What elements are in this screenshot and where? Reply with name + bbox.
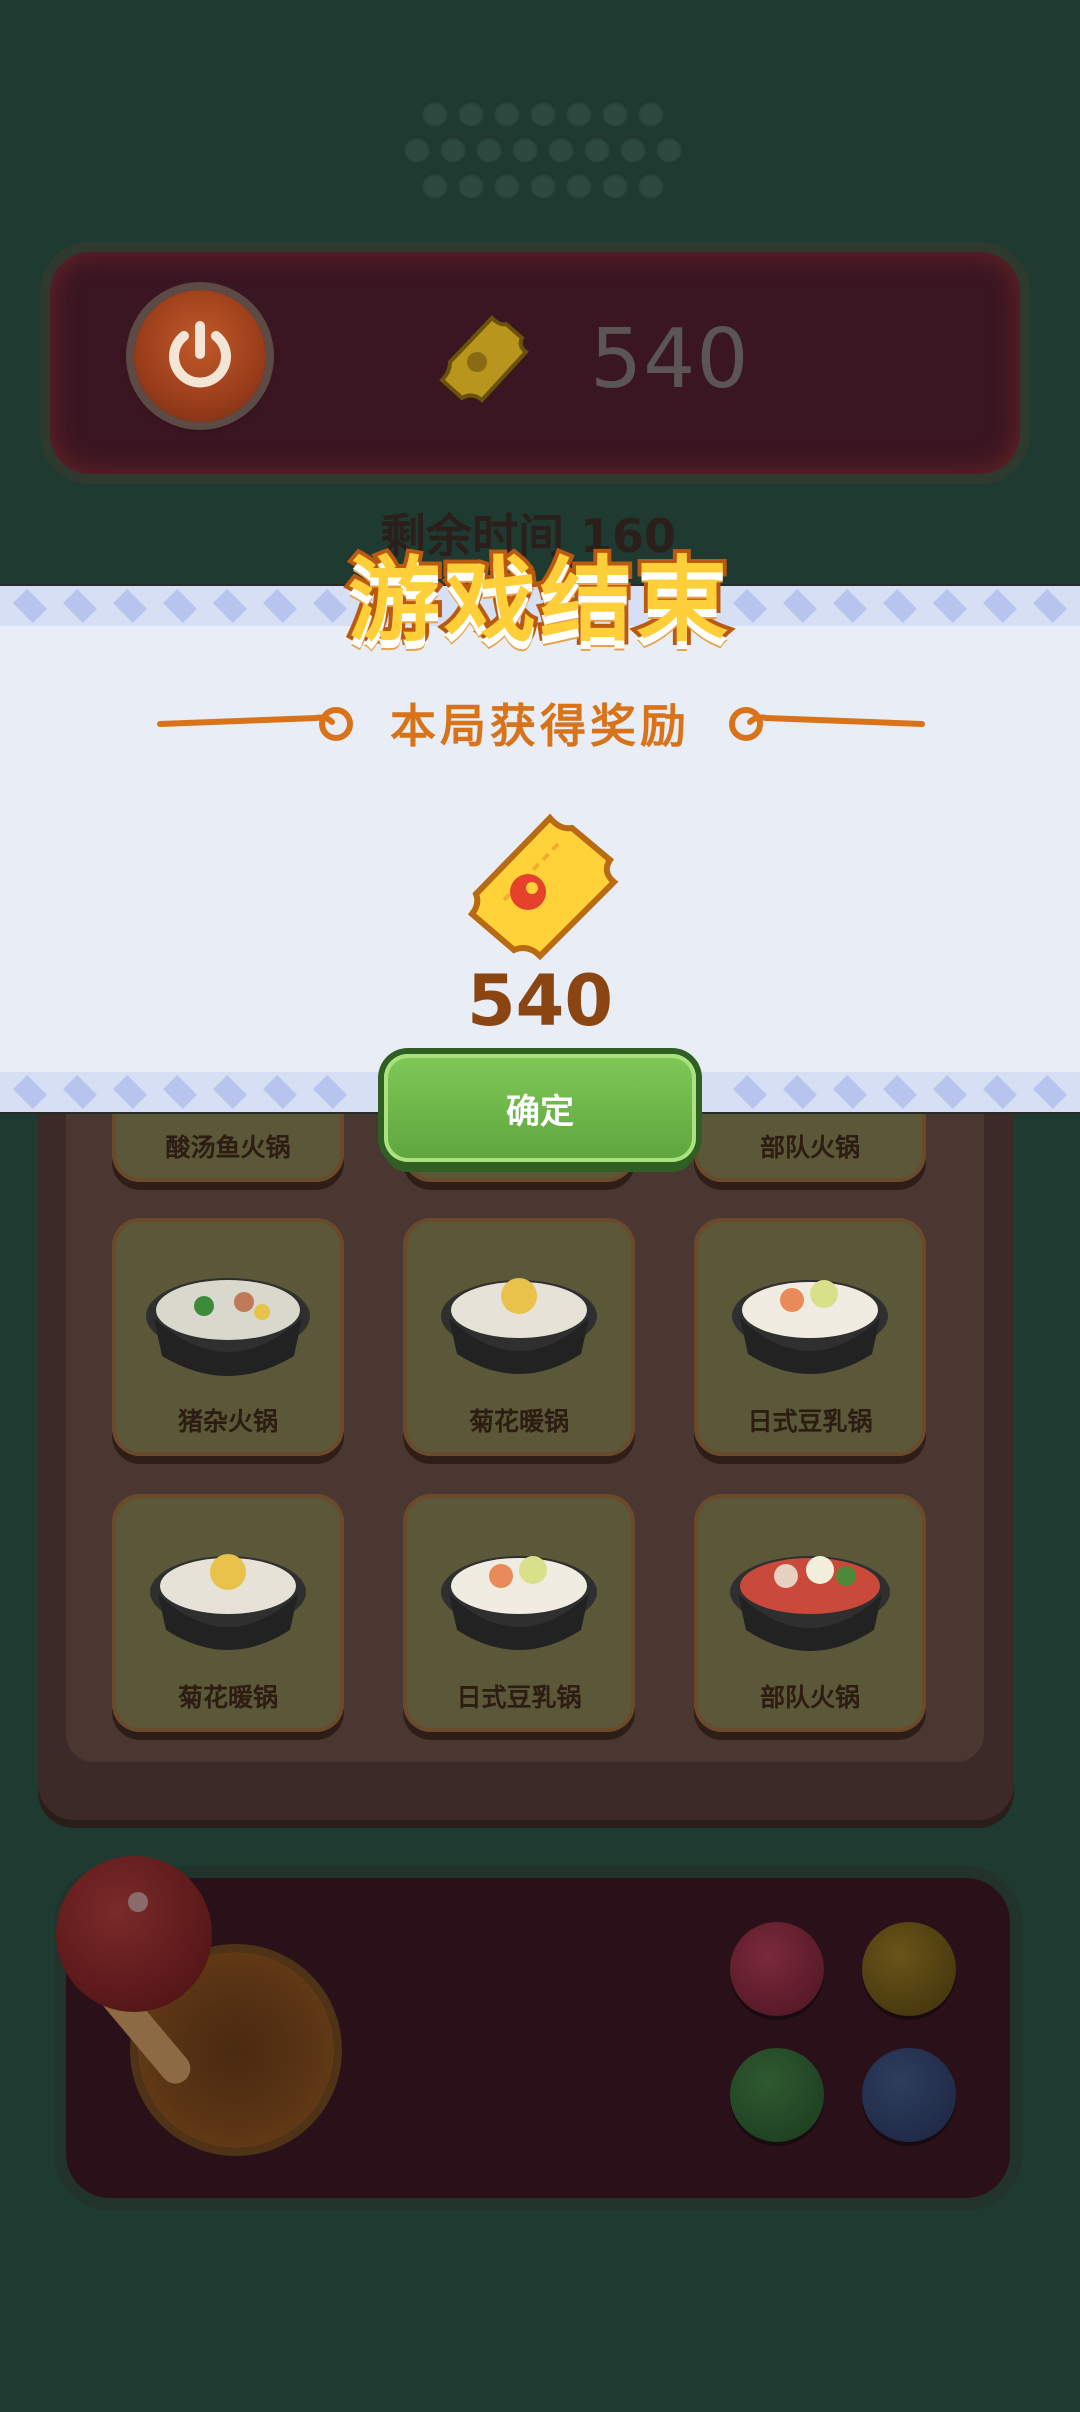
food-card-label: 日式豆乳锅 [456,1683,582,1712]
score-value: 540 [590,312,750,407]
reward-header: 本局获得奖励 [0,690,1080,760]
action-button-green[interactable] [730,2048,824,2142]
reward-amount: 540 [466,960,614,1042]
food-card[interactable]: 菊花暖锅 [112,1494,344,1732]
hotpot-icon [150,1554,306,1650]
action-button-yellow[interactable] [862,1922,956,2016]
food-card-label: 日式豆乳锅 [747,1407,873,1436]
action-button-red[interactable] [730,1922,824,2016]
score-bar: 540 [50,252,1020,474]
food-card[interactable]: 猪杂火锅 [112,1218,344,1456]
food-card-label: 酸汤鱼火锅 [165,1133,291,1162]
food-card[interactable]: 日式豆乳锅 [694,1218,926,1456]
food-card[interactable]: 日式豆乳锅 [403,1494,635,1732]
action-button-blue[interactable] [862,2048,956,2142]
confirm-button[interactable]: 确定 [384,1054,696,1162]
food-card-label: 部队火锅 [759,1133,860,1162]
joystick-icon[interactable] [56,1856,212,2012]
hotpot-icon [732,1280,888,1374]
swirl-decoration-icon [729,707,925,741]
food-card-label: 部队火锅 [759,1683,860,1712]
power-button[interactable] [134,290,266,422]
food-card-label: 菊花暖锅 [468,1407,569,1436]
speaker-grille [400,100,682,200]
modal-title: 游戏结束 [344,543,732,658]
hotpot-icon [441,1278,597,1374]
hotpot-icon [146,1278,310,1376]
food-card-label: 猪杂火锅 [177,1407,278,1436]
ticket-icon [464,810,624,964]
hotpot-icon [441,1556,597,1650]
ticket-icon [422,304,532,418]
food-card-label: 菊花暖锅 [177,1683,278,1712]
hotpot-icon [730,1556,890,1651]
power-icon [169,321,231,388]
food-card[interactable]: 部队火锅 [694,1494,926,1732]
food-card[interactable]: 菊花暖锅 [403,1218,635,1456]
